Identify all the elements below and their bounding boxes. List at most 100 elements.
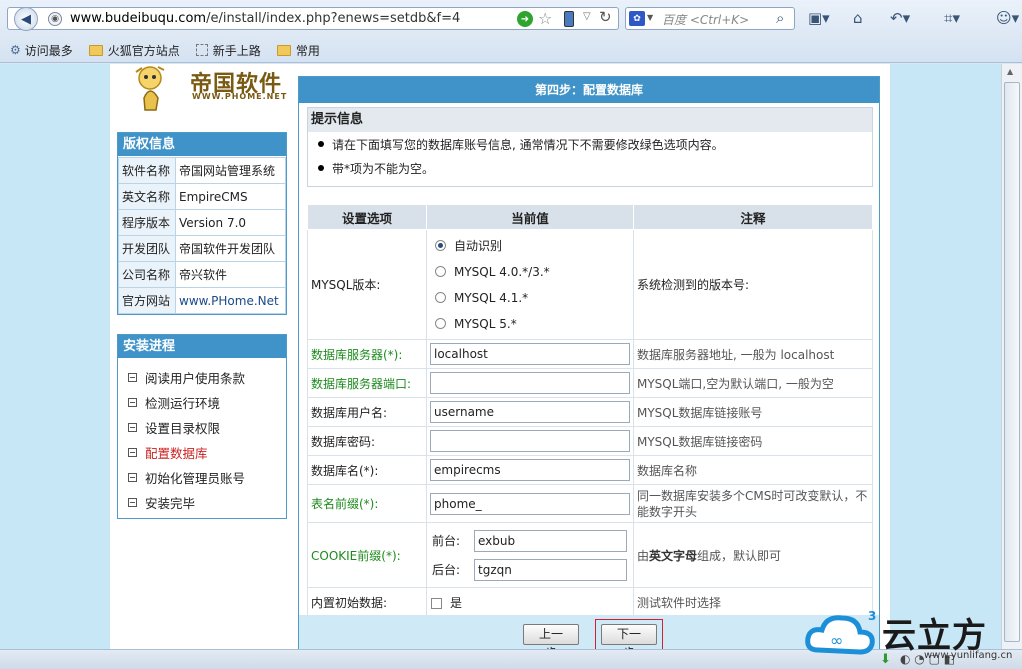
header-value: 当前值: [426, 204, 634, 230]
star-icon[interactable]: ☆: [538, 9, 552, 28]
reload-icon[interactable]: ↻: [599, 8, 612, 26]
crop-icon[interactable]: ⌗▾: [944, 9, 960, 27]
step-box-icon: [128, 398, 137, 407]
url-path: /e/install/index.php?enews=setdb&f=4: [206, 11, 461, 26]
table-prefix-note: 同一数据库安装多个CMS时可改变默认，不能数字开头: [633, 484, 873, 523]
step-box-icon: [128, 423, 137, 432]
info-line: 请在下面填写您的数据库账号信息, 通常情况下不需要修改绿色选项内容。: [308, 132, 872, 156]
radio-mysql40[interactable]: MYSQL 4.0.*/3.*: [427, 259, 633, 285]
mysql-version-note: 系统检测到的版本号:: [633, 229, 873, 340]
mysql-version-label: MYSQL版本:: [307, 229, 427, 340]
address-bar[interactable]: ◀ ◉ www.budeibuqu.com/e/install/index.ph…: [7, 7, 619, 31]
builtin-data-check-label: 是: [450, 595, 463, 610]
scroll-up-icon[interactable]: ▲: [1007, 67, 1013, 76]
step-box-icon: [128, 498, 137, 507]
go-icon[interactable]: ➜: [517, 11, 533, 27]
bookmark-getting-started[interactable]: 新手上路: [195, 42, 261, 59]
table-header-row: 设置选项 当前值 注释: [307, 204, 873, 230]
table-row: 程序版本 Version 7.0: [118, 209, 286, 236]
db-user-row: 数据库用户名: username MYSQL数据库链接账号: [307, 397, 873, 427]
baidu-paw-icon: ✿: [629, 11, 645, 26]
cookie-prefix-label: COOKIE前缀(*):: [307, 522, 427, 588]
db-port-label: 数据库服务器端口:: [307, 368, 427, 398]
logo: 帝国软件 WWW.PHOME.NET: [128, 64, 288, 120]
table-prefix-label: 表名前缀(*):: [307, 484, 427, 523]
radio-mysql5[interactable]: MYSQL 5.*: [427, 311, 633, 337]
db-config-panel: 第四步：配置数据库 提示信息 请在下面填写您的数据库账号信息, 通常情况下不需要…: [298, 76, 880, 649]
panel-title: 第四步：配置数据库: [299, 77, 879, 103]
step-box-icon: [128, 373, 137, 382]
cookie-front-input[interactable]: exbub: [474, 529, 627, 552]
radio-mysql41[interactable]: MYSQL 4.1.*: [427, 285, 633, 311]
table-prefix-input[interactable]: phome_: [430, 492, 630, 515]
table-row: 英文名称 EmpireCMS: [118, 183, 286, 210]
phone-icon[interactable]: [564, 11, 574, 27]
cookie-back-input[interactable]: tgzqn: [474, 558, 627, 581]
install-progress-box: 安装进程 阅读用户使用条款 检测运行环境 设置目录权限 配置数据库 初始化管理员…: [117, 334, 287, 519]
bookmarks-bar: ⚙ 访问最多 火狐官方站点 新手上路 常用: [0, 38, 1022, 62]
table-row: 官方网站 www.PHome.Net: [118, 287, 286, 314]
mysql-version-options: 自动识别 MYSQL 4.0.*/3.* MYSQL 4.1.* MYSQL 5…: [426, 229, 634, 340]
db-port-input[interactable]: [430, 372, 630, 394]
watermark-url: www.yunlifang.cn: [924, 650, 1013, 661]
radio-icon: [435, 292, 446, 303]
bookmark-most-visited[interactable]: ⚙ 访问最多: [10, 42, 73, 59]
folder-icon: [276, 44, 291, 56]
db-port-note: MYSQL端口,空为默认端口, 一般为空: [633, 368, 873, 398]
radio-auto[interactable]: 自动识别: [427, 233, 633, 259]
progress-step: 初始化管理员账号: [118, 465, 286, 490]
db-host-input[interactable]: localhost: [430, 343, 630, 365]
builtin-data-row: 内置初始数据: 是 测试软件时选择: [307, 587, 873, 617]
browser-chrome: ◀ ◉ www.budeibuqu.com/e/install/index.ph…: [0, 0, 1022, 63]
db-user-label: 数据库用户名:: [307, 397, 427, 427]
progress-title: 安装进程: [118, 335, 286, 359]
db-user-note: MYSQL数据库链接账号: [633, 397, 873, 427]
dropdown-arrow-icon[interactable]: ▽: [583, 11, 591, 22]
url-text[interactable]: www.budeibuqu.com/e/install/index.php?en…: [70, 11, 460, 26]
step-box-icon: [128, 473, 137, 482]
scroll-thumb[interactable]: [1004, 82, 1020, 642]
folder-icon: [88, 44, 103, 56]
progress-step: 检测运行环境: [118, 390, 286, 415]
watermark: ∞ 3 云立方 www.yunlifang.cn: [804, 606, 1014, 662]
table-row: 软件名称 帝国网站管理系统: [118, 157, 286, 184]
next-step-button[interactable]: 下一步: [601, 624, 657, 649]
bookmarks-menu-icon[interactable]: ▣▾: [808, 9, 830, 27]
copyright-table: 软件名称 帝国网站管理系统 英文名称 EmpireCMS 程序版本 Version 7…: [118, 157, 286, 314]
db-user-input[interactable]: username: [430, 401, 630, 423]
db-password-note: MYSQL数据库链接密码: [633, 426, 873, 456]
page-scrollbar[interactable]: ▲: [1001, 64, 1022, 649]
db-port-row: 数据库服务器端口: MYSQL端口,空为默认端口, 一般为空: [307, 368, 873, 398]
radio-icon: [435, 318, 446, 329]
info-line: 带*项为不能为空。: [308, 156, 872, 180]
bookmark-common[interactable]: 常用: [276, 42, 320, 59]
home-icon[interactable]: ⌂: [853, 9, 863, 27]
search-icon[interactable]: ⌕: [776, 9, 784, 27]
progress-step: 设置目录权限: [118, 415, 286, 440]
db-host-note: 数据库服务器地址, 一般为 localhost: [633, 339, 873, 369]
back-icon[interactable]: ◀: [14, 7, 38, 31]
page-viewport: 帝国软件 WWW.PHOME.NET 版权信息 软件名称 帝国网站管理系统 英文名…: [0, 64, 1001, 649]
bookmark-firefox-official[interactable]: 火狐官方站点: [88, 42, 180, 59]
url-host: www.budeibuqu.com: [70, 11, 207, 26]
menu-icon[interactable]: ☺▾: [996, 9, 1019, 27]
db-password-label: 数据库密码:: [307, 426, 427, 456]
db-name-input[interactable]: empirecms: [430, 459, 630, 481]
progress-step-current: 配置数据库: [118, 440, 286, 465]
search-box[interactable]: ✿ ▼ 百度 <Ctrl+K> ⌕: [625, 7, 795, 30]
table-row: 开发团队 帝国软件开发团队: [118, 235, 286, 262]
radio-checked-icon: [435, 240, 446, 251]
globe-icon: ◉: [48, 12, 62, 26]
official-site-link[interactable]: www.PHome.Net: [175, 287, 286, 314]
svg-text:3: 3: [868, 609, 876, 623]
bullet-icon: [318, 141, 324, 147]
info-box: 提示信息 请在下面填写您的数据库账号信息, 通常情况下不需要修改绿色选项内容。 …: [307, 107, 873, 187]
db-password-row: 数据库密码: MYSQL数据库链接密码: [307, 426, 873, 456]
config-table: 设置选项 当前值 注释 MYSQL版本: 自动识别 MYSQL 4.0.*/3.…: [307, 204, 873, 617]
prev-step-button[interactable]: 上一步: [523, 624, 579, 649]
dropdown-arrow-icon[interactable]: ▼: [647, 13, 653, 22]
undo-icon[interactable]: ↶▾: [890, 9, 910, 27]
db-password-input[interactable]: [430, 430, 630, 452]
header-note: 注释: [633, 204, 873, 230]
builtin-data-checkbox[interactable]: [431, 597, 442, 609]
